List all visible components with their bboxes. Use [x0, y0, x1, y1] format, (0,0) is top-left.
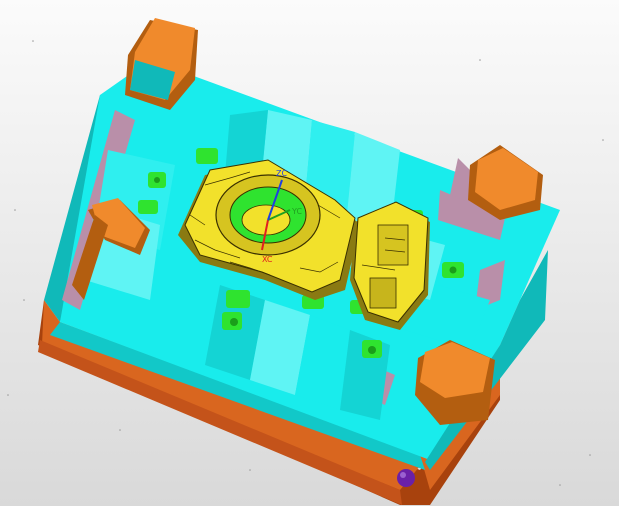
cad-viewport[interactable]: ZC YC XC	[0, 0, 619, 506]
purple-knob	[397, 469, 415, 487]
axis-label-y: YC	[291, 207, 302, 216]
purple-knob-highlight	[400, 472, 406, 478]
mold-assembly-scene: ZC YC XC	[0, 0, 619, 506]
axis-label-z: ZC	[276, 169, 287, 178]
axis-label-x: XC	[262, 255, 273, 264]
